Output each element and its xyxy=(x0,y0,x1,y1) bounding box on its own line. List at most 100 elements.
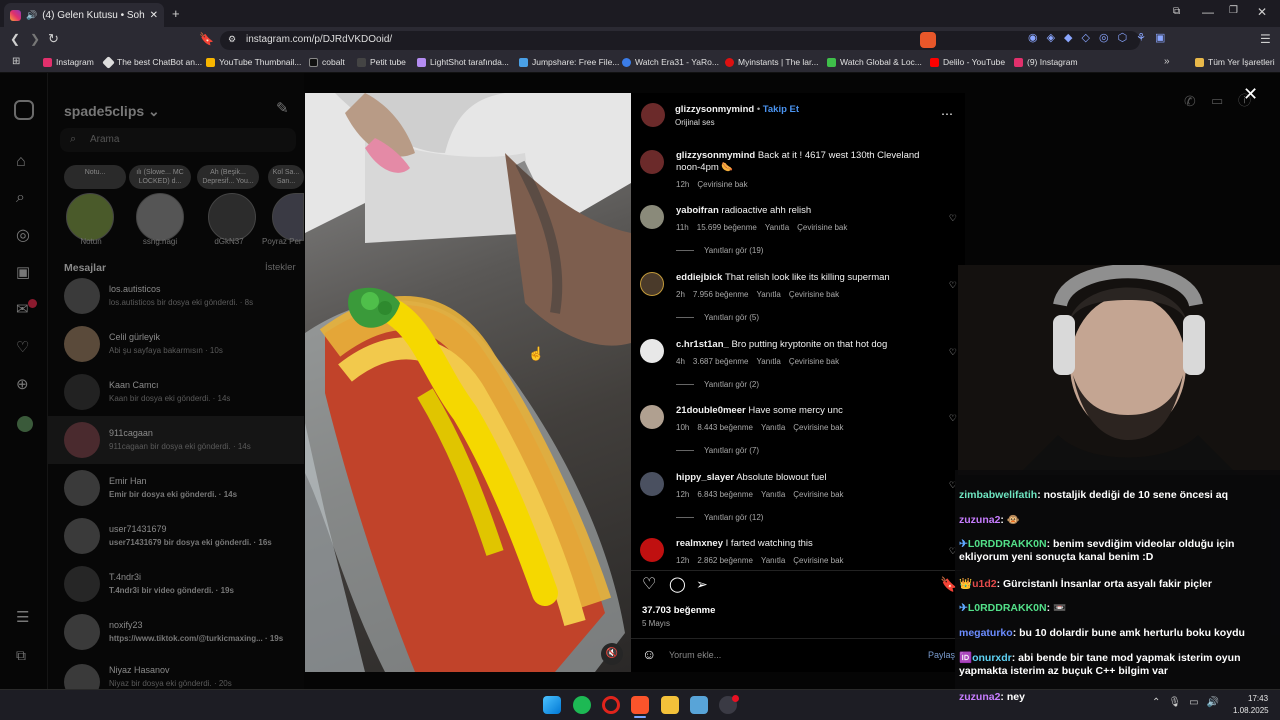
follow-button[interactable]: Takip Et xyxy=(763,104,799,115)
menu-icon[interactable]: ☰ xyxy=(1260,33,1271,45)
story-avatar[interactable] xyxy=(136,193,184,241)
profile-avatar[interactable] xyxy=(17,416,33,432)
forward-icon[interactable]: ❯ xyxy=(30,33,40,45)
author-name[interactable]: glizzysonmymind xyxy=(675,104,754,115)
reload-icon[interactable]: ↻ xyxy=(48,32,59,45)
note-bubble[interactable]: ılı (Slowe... MC LOCKED) d... xyxy=(129,165,191,189)
view-replies[interactable]: Yanıtları gör (19) xyxy=(676,245,763,257)
comment-icon[interactable]: ◯ xyxy=(669,577,686,592)
avatar[interactable] xyxy=(640,205,664,229)
back-icon[interactable]: ❮ xyxy=(10,33,20,45)
minimize-icon[interactable]: — xyxy=(1202,6,1214,18)
conversation-item[interactable]: los.autisticos los.autisticos bir dosya e… xyxy=(48,272,304,320)
phone-icon[interactable]: ✆ xyxy=(1184,94,1196,108)
story-avatar[interactable] xyxy=(66,193,114,241)
file-explorer-icon[interactable] xyxy=(661,696,679,714)
more-bookmarks-icon[interactable]: » xyxy=(1164,57,1170,67)
note-bubble[interactable]: Kol Sa... San... xyxy=(268,165,304,189)
clock-date[interactable]: 1.08.2025 xyxy=(1233,706,1269,715)
brave-icon[interactable] xyxy=(631,696,649,714)
like-comment-icon[interactable]: ♡ xyxy=(949,412,957,424)
conversation-item[interactable]: Emir Han Emir bir dosya eki gönderdi. · 1… xyxy=(48,464,304,512)
apps-icon[interactable]: ⊞ xyxy=(12,57,20,67)
share-icon[interactable]: ➢ xyxy=(696,577,708,591)
likes-count[interactable]: 37.703 beğenme xyxy=(642,605,715,616)
conversation-item[interactable]: Niyaz Hasanov Niyaz bir dosya eki gönderd… xyxy=(48,656,304,689)
audio-label[interactable]: Orijinal ses xyxy=(675,118,715,127)
post-media[interactable]: 🔇 xyxy=(305,93,631,672)
maximize-icon[interactable]: ❐ xyxy=(1229,6,1238,16)
bookmark-item[interactable]: LightShot tarafında... xyxy=(417,57,509,67)
comment-input[interactable]: Yorum ekle... xyxy=(669,650,721,660)
bookmark-item[interactable]: Petit tube xyxy=(357,57,406,67)
avatar[interactable] xyxy=(640,150,664,174)
threads-icon[interactable]: ⧉ xyxy=(16,648,26,662)
story-avatar[interactable] xyxy=(208,193,256,241)
close-modal-icon[interactable]: ✕ xyxy=(1243,84,1258,105)
window-close-icon[interactable]: ✕ xyxy=(1257,6,1267,18)
windows-start-icon[interactable] xyxy=(543,696,561,714)
avatar[interactable] xyxy=(640,272,664,296)
like-icon[interactable]: ♡ xyxy=(642,577,656,593)
conversation-item[interactable]: Celil gürleyik Abi şu sayfaya bakarmısın … xyxy=(48,320,304,368)
extensions-tab-icon[interactable]: ⧉ xyxy=(1173,7,1180,17)
compose-icon[interactable]: ✎ xyxy=(276,101,289,116)
close-tab-icon[interactable]: ✕ xyxy=(150,10,158,21)
search-icon[interactable]: ⌕ xyxy=(16,190,25,206)
bookmark-item[interactable]: Myinstants | The lar... xyxy=(725,57,818,67)
view-replies[interactable]: Yanıtları gör (12) xyxy=(676,512,763,524)
opera-icon[interactable] xyxy=(602,696,620,714)
view-replies[interactable]: Yanıtları gör (5) xyxy=(676,312,759,324)
post-comment-button[interactable]: Paylaş xyxy=(928,650,955,660)
search-input[interactable]: ⌕ Arama xyxy=(60,128,296,152)
account-switcher[interactable]: spade5clips ⌄ xyxy=(64,103,160,120)
extensions-icons[interactable]: ◉◈◆◇◎⬡⚘▣ xyxy=(1028,33,1174,44)
bookmark-item[interactable]: Watch Era31 - YaRo... xyxy=(622,57,719,67)
view-replies[interactable]: Yanıtları gör (2) xyxy=(676,379,759,391)
browser-tab[interactable]: 🔊 (4) Gelen Kutusu • Sohbetler ✕ xyxy=(4,3,164,27)
notifications-icon[interactable]: ♡ xyxy=(16,340,29,355)
more-options-icon[interactable]: ⋯ xyxy=(941,107,953,121)
bookmark-item[interactable]: Delilo - YouTube xyxy=(930,57,1005,67)
conversation-item[interactable]: Kaan Camcı Kaan bir dosya eki gönderdi. ·… xyxy=(48,368,304,416)
avatar[interactable] xyxy=(640,472,664,496)
new-tab-icon[interactable]: + xyxy=(172,7,180,20)
home-icon[interactable]: ⌂ xyxy=(16,154,26,170)
avatar[interactable] xyxy=(640,339,664,363)
conversation-item[interactable]: user71431679 user71431679 bir dosya eki g… xyxy=(48,512,304,560)
note-bubble[interactable]: Ah (Beşik... Depresif... You... xyxy=(197,165,259,189)
conversation-item[interactable]: T.4ndr3i T.4ndr3i bir video gönderdi. · 1… xyxy=(48,560,304,608)
avatar[interactable] xyxy=(640,538,664,562)
like-comment-icon[interactable]: ♡ xyxy=(949,279,957,291)
like-comment-icon[interactable]: ♡ xyxy=(949,212,957,224)
avatar[interactable] xyxy=(640,405,664,429)
bookmark-item[interactable]: The best ChatBot an... xyxy=(102,55,202,69)
conversation-item[interactable]: noxify23 https://www.tiktok.com/@turkicma… xyxy=(48,608,304,656)
bookmark-item[interactable]: Jumpshare: Free File... xyxy=(519,57,619,67)
note-bubble[interactable]: Notu... xyxy=(64,165,126,189)
bookmark-item[interactable]: Watch Global & Loc... xyxy=(827,57,922,67)
spotify-icon[interactable] xyxy=(573,696,591,714)
like-comment-icon[interactable]: ♡ xyxy=(949,346,957,358)
create-icon[interactable]: ⊕ xyxy=(16,377,29,392)
video-call-icon[interactable]: ▭ xyxy=(1211,94,1223,107)
emoji-icon[interactable]: ☺ xyxy=(642,647,656,661)
messenger-icon[interactable]: ✉ xyxy=(16,302,29,317)
site-info-icon[interactable]: ⚙ xyxy=(228,34,236,45)
reels-icon[interactable]: ▣ xyxy=(16,265,30,280)
brave-shield-icon[interactable] xyxy=(920,32,936,48)
bookmark-item[interactable]: cobalt xyxy=(309,57,345,67)
view-replies[interactable]: Yanıtları gör (7) xyxy=(676,445,759,457)
bookmark-icon[interactable]: 🔖 xyxy=(199,33,214,45)
address-bar[interactable]: ⚙ instagram.com/p/DJRdVKDOoid/ xyxy=(220,31,1140,50)
all-bookmarks-folder[interactable]: Tüm Yer İşaretleri xyxy=(1195,57,1275,67)
bookmark-item[interactable]: Instagram xyxy=(43,57,94,67)
instagram-logo-icon[interactable] xyxy=(14,100,34,120)
author-avatar[interactable] xyxy=(641,103,665,127)
bookmark-item[interactable]: YouTube Thumbnail... xyxy=(206,57,301,67)
more-menu-icon[interactable]: ☰ xyxy=(16,610,29,625)
bookmark-item[interactable]: (9) Instagram xyxy=(1014,57,1078,67)
conversation-item-selected[interactable]: 911cagaan 911cagaan bir dosya eki gönderd… xyxy=(48,416,304,464)
mute-icon[interactable]: 🔇 xyxy=(601,643,623,665)
explore-icon[interactable]: ◎ xyxy=(16,228,30,244)
